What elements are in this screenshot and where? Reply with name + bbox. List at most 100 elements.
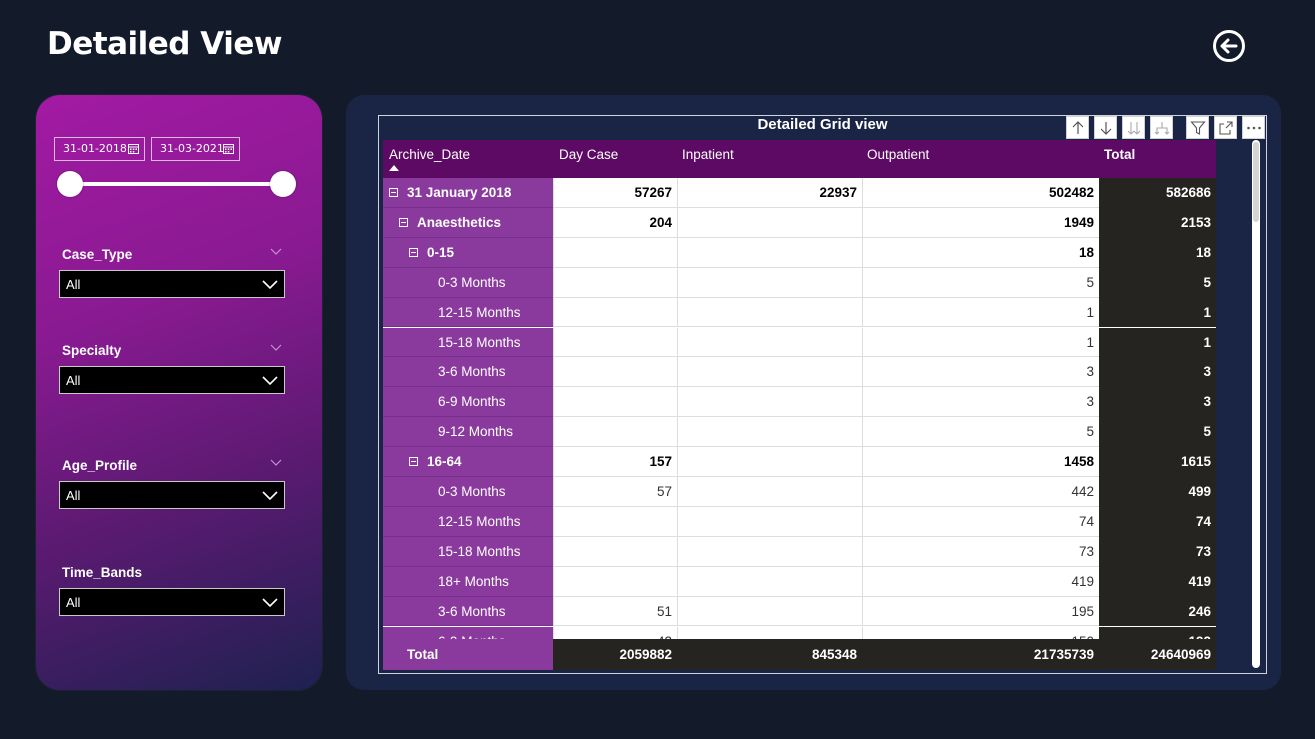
table-row[interactable]: 0-15 18 18 bbox=[383, 237, 1216, 268]
table-scroll-thumb[interactable] bbox=[1253, 142, 1259, 222]
calendar-icon[interactable] bbox=[128, 143, 139, 154]
focus-mode-button[interactable] bbox=[1214, 116, 1237, 139]
end-date-input[interactable]: 31-03-2021 bbox=[151, 137, 240, 161]
inpatient-cell bbox=[677, 207, 862, 238]
table-body: 31 January 2018 57267 22937 502482 582686 Ana… bbox=[383, 178, 1216, 639]
row-label-cell[interactable]: 15-18 Months bbox=[383, 327, 553, 358]
row-label: Anaesthetics bbox=[417, 214, 502, 230]
filter-button[interactable] bbox=[1186, 116, 1209, 139]
row-label-cell[interactable]: 15-18 Months bbox=[383, 536, 553, 567]
date-range-start-handle[interactable] bbox=[57, 171, 83, 197]
row-label: 6-9 Months bbox=[438, 394, 506, 410]
sort-ascending-icon[interactable] bbox=[389, 165, 399, 171]
inpatient-cell: 22937 bbox=[677, 178, 862, 208]
table-row[interactable]: 6-9 Months 3 3 bbox=[383, 387, 1216, 418]
collapse-icon[interactable] bbox=[399, 217, 408, 227]
outpatient-cell: 1 bbox=[862, 297, 1099, 328]
row-label-cell[interactable]: 0-3 Months bbox=[383, 267, 553, 298]
row-label-cell[interactable]: 12-15 Months bbox=[383, 506, 553, 537]
inpatient-cell bbox=[677, 267, 862, 298]
row-label: 18+ Months bbox=[438, 573, 509, 589]
outpatient-cell: 5 bbox=[862, 417, 1099, 448]
expand-level-button[interactable] bbox=[1150, 116, 1173, 139]
more-options-button[interactable] bbox=[1242, 116, 1265, 139]
row-label-cell[interactable]: 9-12 Months bbox=[383, 417, 553, 448]
chevron-down-icon bbox=[262, 280, 278, 290]
chevron-down-icon[interactable] bbox=[270, 344, 282, 352]
total-cell: 18 bbox=[1099, 237, 1216, 268]
row-label: 0-3 Months bbox=[438, 274, 506, 290]
total-cell: 1615 bbox=[1099, 447, 1216, 477]
table-row[interactable]: 12-15 Months 1 1 bbox=[383, 297, 1216, 328]
table-row[interactable]: 0-3 Months 5 5 bbox=[383, 267, 1216, 298]
table-row[interactable]: 15-18 Months 73 73 bbox=[383, 536, 1216, 567]
table-row[interactable]: Anaesthetics 204 1949 2153 bbox=[383, 207, 1216, 238]
row-label-cell[interactable]: 0-3 Months bbox=[383, 477, 553, 507]
more-horizontal-icon bbox=[1247, 126, 1261, 130]
collapse-icon[interactable] bbox=[409, 247, 418, 257]
row-label-cell[interactable]: 31 January 2018 bbox=[383, 178, 553, 208]
grand-total-outpatient: 21735739 bbox=[1033, 647, 1094, 662]
row-label: 6-9 Months bbox=[438, 627, 506, 640]
total-cell: 246 bbox=[1099, 596, 1216, 627]
row-label-cell[interactable]: 3-6 Months bbox=[383, 596, 553, 627]
table-row[interactable]: 6-9 Months 42 150192 bbox=[383, 626, 1216, 640]
arrow-down-icon bbox=[1100, 122, 1112, 135]
row-label-cell[interactable]: 6-9 Months bbox=[383, 387, 553, 418]
table-row[interactable]: 12-15 Months 74 74 bbox=[383, 506, 1216, 537]
time-bands-dropdown[interactable]: All bbox=[59, 588, 285, 616]
row-label-cell[interactable]: 12-15 Months bbox=[383, 297, 553, 328]
table-row[interactable]: 15-18 Months 1 1 bbox=[383, 327, 1216, 358]
case-type-dropdown[interactable]: All bbox=[59, 270, 285, 298]
header-outpatient[interactable]: Outpatient bbox=[867, 147, 929, 162]
inpatient-cell bbox=[677, 357, 862, 388]
back-button[interactable] bbox=[1212, 29, 1246, 63]
total-cell: 1 bbox=[1099, 297, 1216, 328]
drill-up-button[interactable] bbox=[1066, 116, 1089, 139]
header-total[interactable]: Total bbox=[1104, 147, 1135, 162]
chevron-down-icon bbox=[262, 376, 278, 386]
filter-icon bbox=[1190, 121, 1206, 135]
chevron-down-icon[interactable] bbox=[270, 248, 282, 256]
chevron-down-icon[interactable] bbox=[270, 459, 282, 467]
date-range-slider-track[interactable] bbox=[70, 182, 283, 186]
table-row[interactable]: 0-3 Months 57 442 499 bbox=[383, 477, 1216, 507]
row-label-cell[interactable]: 16-64 bbox=[383, 447, 553, 477]
row-label-cell[interactable]: 18+ Months bbox=[383, 566, 553, 597]
day-case-cell bbox=[553, 506, 677, 537]
date-range-end-handle[interactable] bbox=[270, 171, 296, 197]
row-label-cell[interactable]: Anaesthetics bbox=[383, 207, 553, 238]
specialty-dropdown[interactable]: All bbox=[59, 366, 285, 394]
grand-total-inpatient: 845348 bbox=[811, 647, 857, 662]
total-cell: 3 bbox=[1099, 387, 1216, 418]
calendar-icon[interactable] bbox=[223, 143, 234, 154]
page-title: Detailed View bbox=[47, 26, 283, 62]
total-cell: 192 bbox=[1099, 626, 1216, 639]
table-row[interactable]: 16-64 157 1458 1615 bbox=[383, 447, 1216, 477]
age-profile-dropdown[interactable]: All bbox=[59, 481, 285, 509]
row-label-cell[interactable]: 0-15 bbox=[383, 237, 553, 268]
header-archive-date[interactable]: Archive_Date bbox=[389, 147, 470, 162]
header-day-case[interactable]: Day Case bbox=[559, 147, 618, 162]
collapse-icon[interactable] bbox=[389, 188, 398, 197]
start-date-input[interactable]: 31-01-2018 bbox=[54, 137, 145, 161]
day-case-cell bbox=[553, 536, 677, 567]
row-label-cell[interactable]: 3-6 Months bbox=[383, 357, 553, 388]
table-row[interactable]: 9-12 Months 5 5 bbox=[383, 417, 1216, 448]
collapse-icon[interactable] bbox=[409, 457, 418, 467]
day-case-cell bbox=[553, 357, 677, 388]
outpatient-cell: 150 bbox=[862, 626, 1099, 639]
table-row[interactable]: 31 January 2018 57267 22937 502482 582686 bbox=[383, 178, 1216, 208]
arrow-up-icon bbox=[1072, 121, 1084, 134]
row-label-cell[interactable]: 6-9 Months bbox=[383, 626, 553, 640]
next-level-button[interactable] bbox=[1122, 116, 1145, 139]
table-row[interactable]: 3-6 Months 3 3 bbox=[383, 357, 1216, 388]
drill-down-button[interactable] bbox=[1094, 116, 1117, 139]
table-row[interactable]: 3-6 Months 51 195 246 bbox=[383, 596, 1216, 627]
day-case-cell: 204 bbox=[553, 207, 677, 238]
header-inpatient[interactable]: Inpatient bbox=[682, 147, 734, 162]
outpatient-cell: 1 bbox=[862, 327, 1099, 358]
total-cell: 582686 bbox=[1099, 178, 1216, 208]
table-row[interactable]: 18+ Months 419 419 bbox=[383, 566, 1216, 597]
outpatient-cell: 1949 bbox=[862, 207, 1099, 238]
